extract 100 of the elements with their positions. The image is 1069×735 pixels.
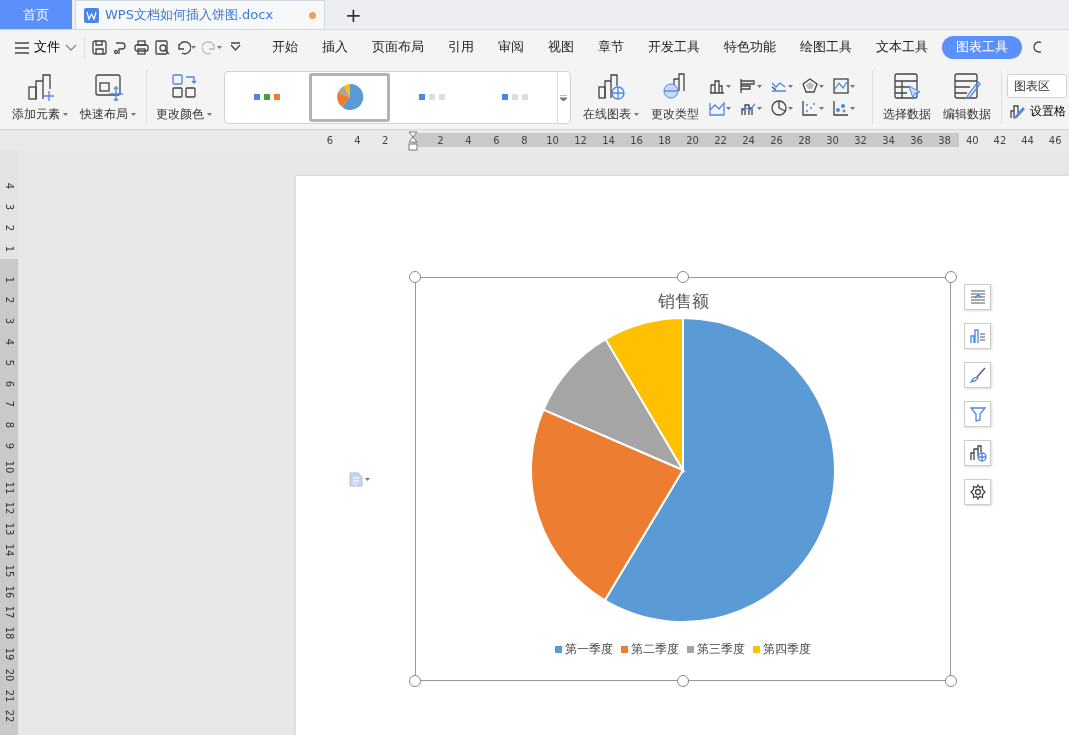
- legend-label: 第四季度: [763, 641, 811, 658]
- print-icon: [134, 40, 149, 55]
- ruler-number: 18: [4, 626, 14, 640]
- ruler-number: 16: [629, 133, 644, 148]
- ruler-number: 14: [601, 133, 616, 148]
- caret-icon: [191, 46, 196, 49]
- ribbon-tab[interactable]: 绘图工具: [790, 36, 862, 59]
- ribbon-tab[interactable]: 引用: [438, 36, 484, 59]
- ruler-number: 2: [4, 297, 14, 304]
- ruler-number: 36: [909, 133, 924, 148]
- chart-tool-button[interactable]: [964, 479, 991, 505]
- caret-icon: [850, 84, 856, 88]
- file-menu[interactable]: 文件: [12, 38, 80, 57]
- column-chart-icon: [709, 78, 726, 94]
- resize-handle[interactable]: [677, 271, 689, 283]
- bar-chart-icon: [740, 78, 757, 94]
- ruler-number: 16: [4, 585, 14, 598]
- ruler-number: 28: [797, 133, 812, 148]
- ribbon-button[interactable]: 添加元素: [6, 71, 74, 123]
- ruler-number: 9: [4, 442, 14, 450]
- table-pencil-icon: [951, 71, 982, 101]
- ruler-number: 10: [4, 460, 14, 474]
- ruler-number: 10: [545, 133, 560, 148]
- resize-handle[interactable]: [409, 271, 421, 283]
- caret-icon: [131, 112, 136, 116]
- ribbon-button[interactable]: 编辑数据: [936, 71, 997, 123]
- document-tab[interactable]: WPS文档如何插入饼图.docx: [75, 0, 325, 29]
- caret-icon: [819, 84, 825, 88]
- layout-options-button[interactable]: [349, 472, 370, 487]
- ruler-number: 17: [4, 605, 14, 619]
- ribbon-tab[interactable]: 开始: [262, 36, 308, 59]
- tab-title: WPS文档如何插入饼图.docx: [105, 6, 274, 25]
- ribbon-button[interactable]: 选择数据: [876, 71, 937, 123]
- chart-tool-button[interactable]: [964, 440, 991, 466]
- resize-handle[interactable]: [945, 675, 957, 687]
- caret-icon: [819, 106, 825, 110]
- ruler-number: 2: [4, 224, 14, 232]
- chart-globe-icon: [968, 444, 987, 462]
- save-icon: [92, 40, 107, 55]
- filter-icon: [968, 405, 987, 423]
- ribbon-tab[interactable]: 文本工具: [866, 36, 938, 59]
- ribbon-tab[interactable]: 视图: [538, 36, 584, 59]
- ribbon-button[interactable]: 更改颜色: [150, 71, 219, 123]
- ribbon-button[interactable]: 快速布局: [74, 71, 142, 123]
- ruler-number: 22: [4, 709, 14, 723]
- ruler-number: 38: [937, 133, 952, 148]
- chart-element-select[interactable]: 图表区: [1007, 74, 1067, 98]
- ruler-number: 13: [4, 522, 14, 536]
- ruler-number: 26: [769, 133, 784, 148]
- legend-label: 第二季度: [631, 641, 679, 658]
- ribbon-tab[interactable]: 开发工具: [638, 36, 710, 59]
- ruler-number: 6: [325, 133, 334, 148]
- ruler-number: 32: [853, 133, 868, 148]
- resize-handle[interactable]: [945, 271, 957, 283]
- chevron-icon: [65, 43, 77, 52]
- chart-frame[interactable]: 销售额 第一季度 第二季度 第三季度 第四季度: [415, 277, 951, 681]
- ribbon-button[interactable]: 在线图表: [577, 71, 646, 123]
- caret-icon: [207, 112, 213, 116]
- resize-handle[interactable]: [409, 675, 421, 687]
- chart-title: 销售额: [657, 290, 709, 313]
- ruler-number: 20: [4, 668, 14, 682]
- ruler-number: 3: [4, 318, 14, 325]
- ribbon-tab[interactable]: 章节: [588, 36, 634, 59]
- ruler-number: 4: [464, 133, 473, 148]
- ribbon-tab[interactable]: 插入: [312, 36, 358, 59]
- format-button[interactable]: 设置格: [1007, 102, 1069, 120]
- ruler-number: 46: [1047, 133, 1063, 148]
- quick-access-button[interactable]: [131, 40, 152, 55]
- document-icon: [349, 472, 363, 487]
- ribbon-tab[interactable]: 页面布局: [362, 36, 434, 59]
- legend-label: 第三季度: [697, 641, 745, 658]
- ruler-number: 19: [4, 647, 14, 661]
- print-preview-icon: [155, 40, 170, 55]
- ruler-number: 2: [436, 133, 445, 148]
- redo-icon: [202, 40, 217, 55]
- ruler-number: 22: [713, 133, 728, 148]
- chart-style-option[interactable]: [309, 72, 390, 122]
- ribbon-button[interactable]: 更改类型: [645, 71, 706, 123]
- caret-icon: [726, 106, 732, 110]
- ruler-number: 3: [4, 204, 14, 211]
- ruler-number: 12: [573, 133, 588, 148]
- ruler-number: 2: [380, 133, 390, 148]
- ruler-number: 7: [4, 401, 14, 408]
- indent-marker-icon[interactable]: [407, 131, 418, 151]
- ribbon-tab[interactable]: 特色功能: [714, 36, 786, 59]
- quick-access-button[interactable]: [89, 40, 110, 55]
- stock-chart-icon: [833, 78, 850, 94]
- caret-icon: [757, 84, 763, 88]
- search-icon[interactable]: [1032, 40, 1041, 55]
- ribbon-tab[interactable]: 审阅: [488, 36, 534, 59]
- ruler-number: 4: [353, 133, 362, 148]
- ruler-number: 11: [4, 481, 14, 494]
- bubble-chart-icon: [833, 100, 850, 116]
- ruler-number: 1: [4, 245, 14, 252]
- bar-list-icon: [968, 327, 987, 345]
- ruler-number: 4: [4, 338, 14, 346]
- new-tab-button[interactable]: +: [339, 0, 368, 29]
- format-painter-icon: [113, 40, 128, 55]
- resize-handle[interactable]: [677, 675, 689, 687]
- caret-icon: [63, 112, 68, 116]
